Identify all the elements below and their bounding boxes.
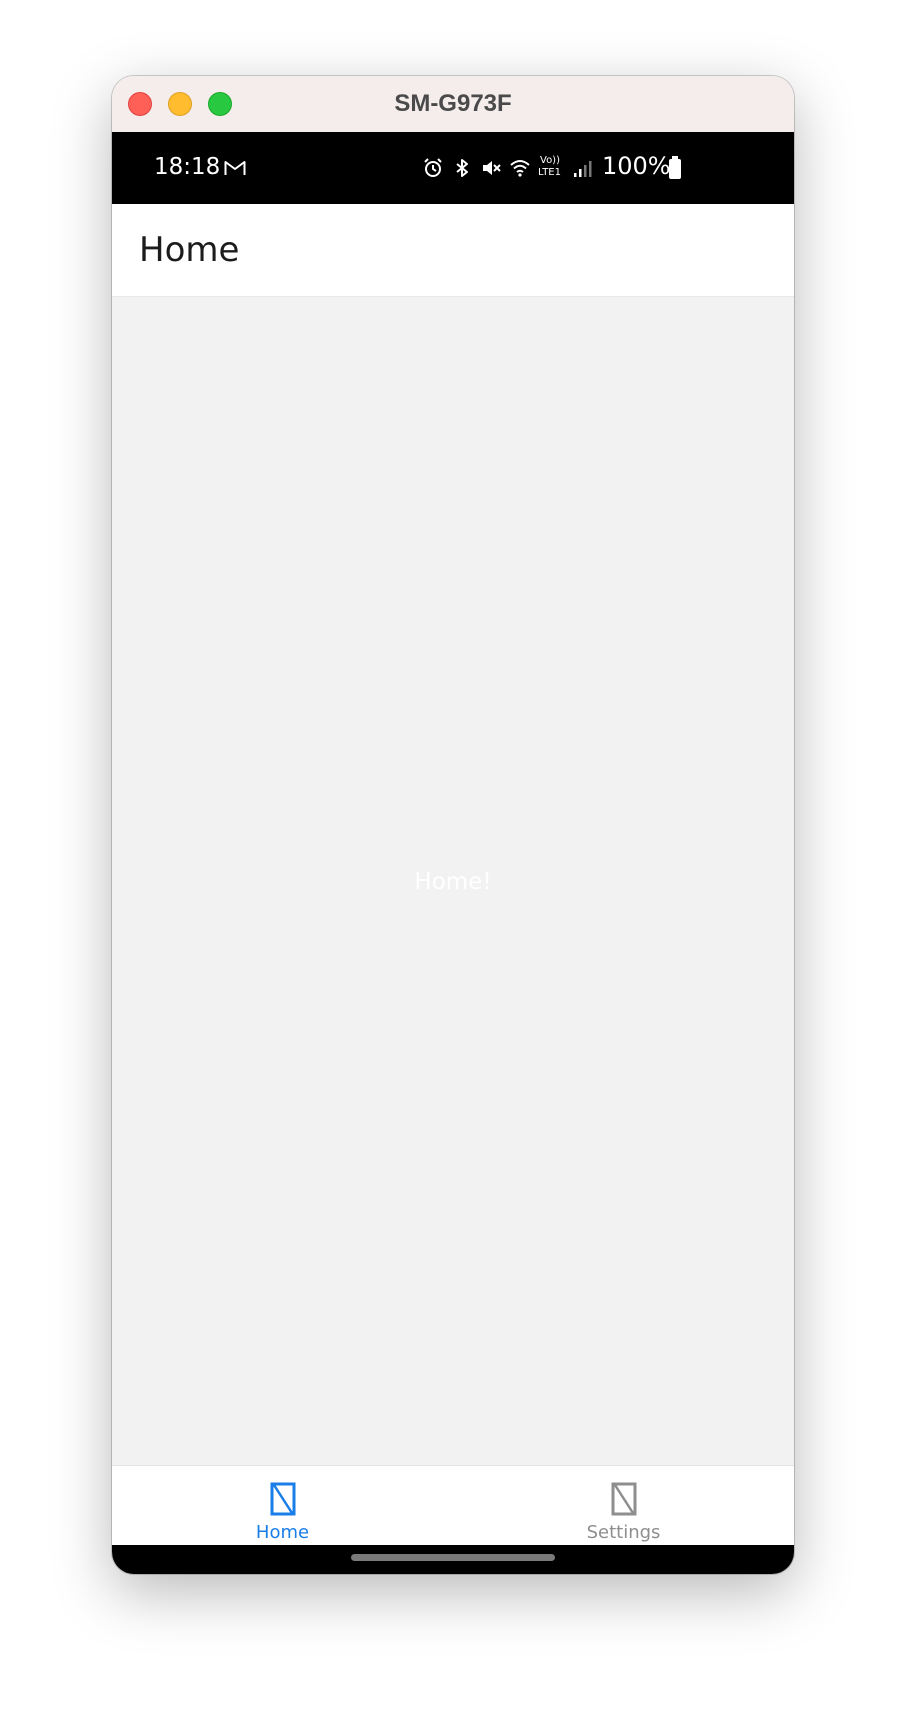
volte-label: Vo)) <box>540 155 560 166</box>
tab-settings-label: Settings <box>586 1522 661 1543</box>
android-status-bar: 18:18 Vo)) LTE1 100% <box>112 132 794 204</box>
bluetooth-icon <box>456 159 468 177</box>
lte-label: LTE1 <box>538 167 561 178</box>
volte-lte-icon: Vo)) LTE1 <box>538 155 564 179</box>
tab-placeholder-icon <box>270 1482 295 1516</box>
tab-home-label: Home <box>255 1522 310 1543</box>
home-screen-content: Home! <box>112 297 794 1465</box>
window-title: SM-G973F <box>394 90 512 117</box>
page-title: Home <box>139 230 240 270</box>
tab-placeholder-icon <box>611 1482 636 1516</box>
gmail-icon <box>224 161 246 175</box>
emulator-window: SM-G973F 18:18 Vo)) LTE1 100% Home Home!… <box>112 76 794 1574</box>
status-time: 18:18 <box>154 154 221 180</box>
bottom-tab-bar: Home Settings <box>112 1465 794 1546</box>
status-system-icons: Vo)) LTE1 <box>422 155 600 180</box>
window-titlebar: SM-G973F <box>112 76 794 133</box>
tab-settings[interactable]: Settings <box>453 1466 794 1546</box>
battery-percentage: 100% <box>602 152 671 180</box>
home-content-text: Home! <box>414 869 492 895</box>
tab-home[interactable]: Home <box>112 1466 453 1546</box>
app-header: Home <box>112 204 794 297</box>
home-gesture-handle[interactable] <box>351 1554 555 1561</box>
signal-icon <box>574 161 592 177</box>
battery-icon <box>669 156 681 179</box>
mute-icon <box>483 161 501 175</box>
alarm-icon <box>424 158 442 177</box>
android-navigation-bar <box>112 1545 794 1574</box>
wifi-icon <box>510 160 530 177</box>
